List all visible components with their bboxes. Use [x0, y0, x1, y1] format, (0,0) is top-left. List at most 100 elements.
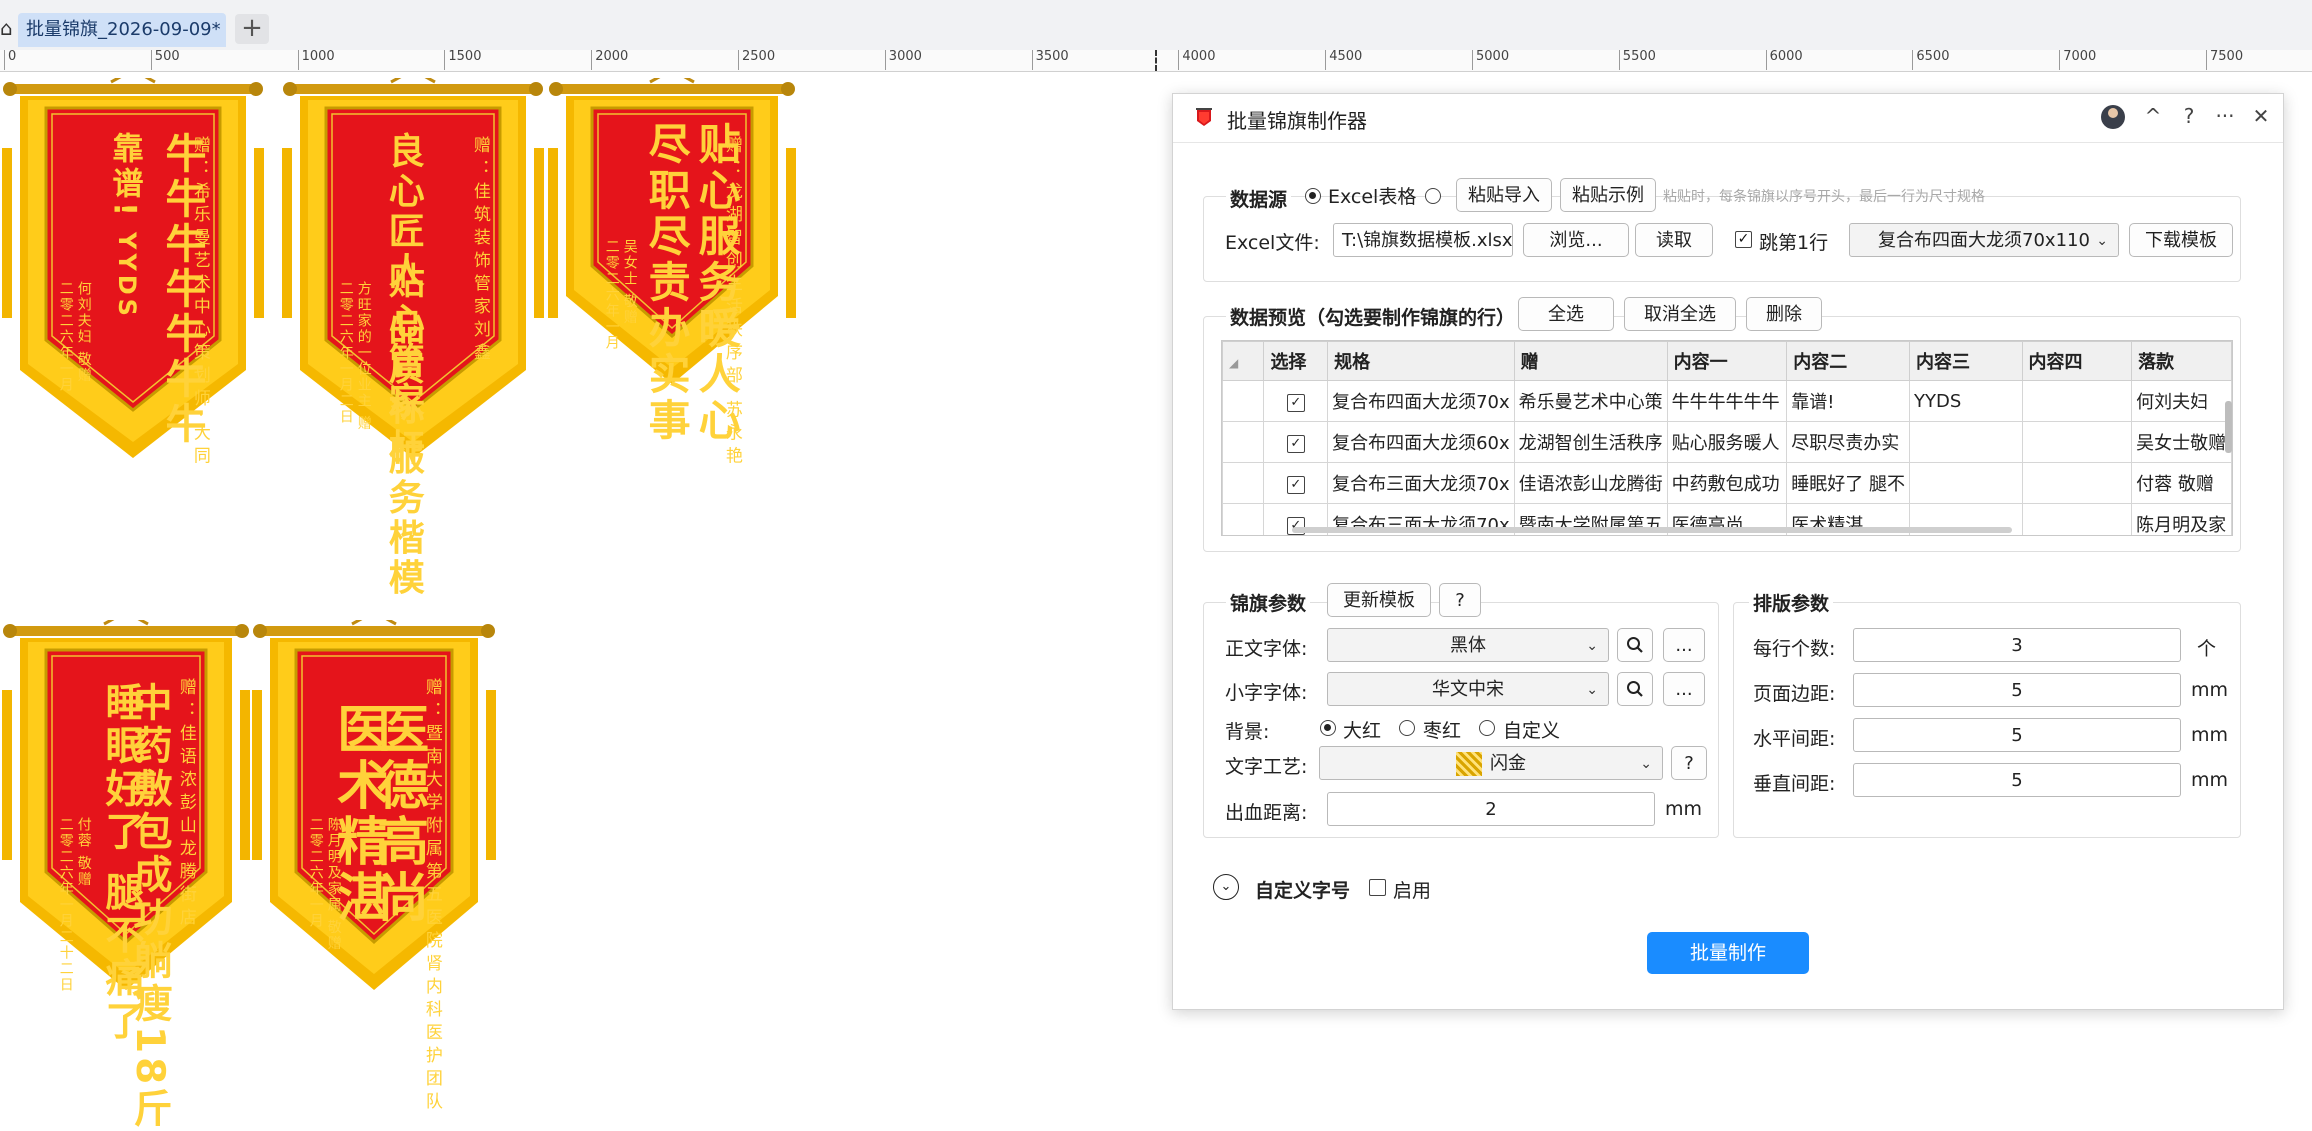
table-cell[interactable]: 佳语浓彭山龙腾街: [1513, 462, 1668, 504]
table-header-cell[interactable]: 内容一: [1666, 341, 1788, 381]
table-cell[interactable]: [2021, 380, 2133, 422]
table-row[interactable]: ✓ 复合布三面大龙须70x 佳语浓彭山龙腾街 中药敷包成功 睡眠好了 腿不 付蓉 敬赠: [1222, 462, 2232, 504]
custom-font-size-enable-label[interactable]: 启用: [1393, 876, 1431, 903]
text-craft-select[interactable]: 闪金 ⌄: [1319, 746, 1663, 780]
bg-bright-red-label[interactable]: 大红: [1343, 716, 1381, 743]
table-header-cell[interactable]: 落款: [2131, 341, 2232, 381]
table-cell[interactable]: 复合布四面大龙须60x: [1327, 421, 1515, 463]
bg-custom-label[interactable]: 自定义: [1503, 716, 1560, 743]
table-cell[interactable]: 贴心服务暖人: [1666, 421, 1788, 463]
delete-rows-button[interactable]: 删除: [1746, 297, 1822, 331]
close-button[interactable]: ✕: [2247, 104, 2275, 128]
table-cell[interactable]: 龙湖智创生活秩序: [1513, 421, 1668, 463]
table-horizontal-scrollbar[interactable]: [1292, 527, 2012, 533]
bg-jujube-red-label[interactable]: 枣红: [1423, 716, 1461, 743]
row-select-cell[interactable]: ✓: [1263, 421, 1329, 463]
dialog-titlebar[interactable]: 批量锦旗制作器 ^ ? ··· ✕: [1173, 94, 2283, 143]
table-header-cell[interactable]: 选择: [1263, 341, 1329, 381]
main-font-select[interactable]: 黑体 ⌄: [1327, 628, 1609, 662]
table-cell[interactable]: 希乐曼艺术中心策: [1513, 380, 1668, 422]
table-cell[interactable]: 中药敷包成功: [1666, 462, 1788, 504]
bg-bright-red-radio[interactable]: [1320, 720, 1336, 736]
v-gap-input[interactable]: 5: [1853, 763, 2181, 797]
spec-select[interactable]: 复合布四面大龙须70x110 ⌄: [1849, 223, 2119, 257]
table-cell[interactable]: 何刘夫妇: [2131, 380, 2232, 422]
table-cell[interactable]: 尽职尽责办实: [1786, 421, 1911, 463]
row-select-cell[interactable]: ✓: [1263, 462, 1329, 504]
small-font-more-button[interactable]: ...: [1663, 672, 1705, 706]
table-header-cell[interactable]: 内容三: [1909, 341, 2023, 381]
table-cell[interactable]: 陈月明及家: [2131, 503, 2232, 535]
more-menu-button[interactable]: ···: [2211, 104, 2239, 128]
pennant-banner[interactable]: 牛牛牛牛牛牛牛 靠谱! YYDS 赠：希乐曼艺术中心策划师·大同 何刘夫妇 敬赠 二零二六…: [2, 78, 264, 470]
update-template-button[interactable]: 更新模板: [1327, 583, 1431, 617]
page-margin-unit: mm: [2191, 679, 2229, 701]
page-margin-input[interactable]: 5: [1853, 673, 2181, 707]
pennant-banner[interactable]: 中药敷包成功躺瘦18斤 睡眠好了 腿不痛了 赠：佳语浓彭山龙腾街店 付蓉 敬赠 二零二六…: [2, 620, 250, 1131]
add-tab-button[interactable]: +: [235, 14, 269, 44]
user-avatar[interactable]: [2101, 105, 2125, 129]
small-font-select[interactable]: 华文中宋 ⌄: [1327, 672, 1609, 706]
table-cell[interactable]: YYDS: [1909, 380, 2023, 422]
bleed-input[interactable]: 2: [1327, 792, 1655, 826]
skip-first-row-label[interactable]: 跳第1行: [1759, 228, 1828, 255]
row-select-checkbox[interactable]: ✓: [1286, 476, 1305, 494]
bg-jujube-red-radio[interactable]: [1399, 720, 1415, 736]
banner-params-help-button[interactable]: ?: [1439, 583, 1481, 617]
bg-custom-radio[interactable]: [1479, 720, 1495, 736]
excel-file-path-input[interactable]: T:\锦旗数据模板.xlsx: [1333, 223, 1513, 257]
data-preview-table[interactable]: ◢ 选择 规格赠内容一 内容二 内容三 内容四 落款 ✓ 复合布四面大龙须70x 希乐曼艺术中心…: [1221, 340, 2233, 536]
deselect-all-button[interactable]: 取消全选: [1624, 297, 1736, 331]
paste-radio[interactable]: [1425, 188, 1441, 204]
table-corner[interactable]: ◢: [1222, 341, 1265, 381]
table-cell[interactable]: 牛牛牛牛牛牛: [1666, 380, 1788, 422]
table-cell[interactable]: [2021, 421, 2133, 463]
select-all-button[interactable]: 全选: [1518, 297, 1614, 331]
paste-import-button[interactable]: 粘贴导入: [1456, 178, 1552, 212]
custom-font-size-checkbox[interactable]: [1369, 879, 1386, 896]
table-cell[interactable]: [1909, 421, 2023, 463]
skip-first-row-checkbox[interactable]: ✓: [1735, 231, 1752, 248]
row-select-checkbox[interactable]: ✓: [1286, 435, 1305, 453]
table-cell[interactable]: 靠谱!: [1786, 380, 1911, 422]
small-font-search-button[interactable]: [1617, 672, 1653, 706]
collapse-button[interactable]: ^: [2139, 104, 2167, 128]
table-header-cell[interactable]: 规格: [1327, 341, 1515, 381]
document-tab[interactable]: 批量锦旗_2026-09-09*: [18, 13, 226, 47]
table-header-cell[interactable]: 内容二: [1786, 341, 1911, 381]
table-row[interactable]: ✓ 复合布四面大龙须60x 龙湖智创生活秩序 贴心服务暖人 尽职尽责办实 吴女士敬赠: [1222, 421, 2232, 463]
search-icon: [1627, 637, 1643, 653]
table-cell[interactable]: 吴女士敬赠: [2131, 421, 2232, 463]
text-craft-help-button[interactable]: ?: [1671, 746, 1707, 780]
home-icon[interactable]: ⌂: [0, 16, 13, 40]
table-cell[interactable]: 付蓉 敬赠: [2131, 462, 2232, 504]
table-cell[interactable]: 复合布四面大龙须70x: [1327, 380, 1515, 422]
excel-radio-label[interactable]: Excel表格: [1328, 182, 1416, 209]
pennant-banner[interactable]: 良心匠人 品质标杆 贴心管家 服务楷模 赠：佳筑装饰管家刘鑫 方旺家的一位业主 赠二零…: [282, 78, 544, 599]
table-header-cell[interactable]: 赠: [1513, 341, 1668, 381]
per-row-input[interactable]: 3: [1853, 628, 2181, 662]
table-cell[interactable]: 复合布三面大龙须70x: [1327, 462, 1515, 504]
table-vertical-scrollbar[interactable]: [2225, 401, 2232, 453]
expand-chevron-icon[interactable]: ⌄: [1213, 874, 1239, 900]
batch-make-button[interactable]: 批量制作: [1647, 932, 1809, 974]
browse-button[interactable]: 浏览...: [1523, 223, 1629, 257]
table-cell[interactable]: 睡眠好了 腿不: [1786, 462, 1911, 504]
pennant-banner[interactable]: 贴心服务暖人心 尽职尽责办实事 赠：龙湖智创生活秩序部 苏永艳 吴女士 敬赠 二零二六年…: [548, 78, 796, 469]
table-cell[interactable]: [2021, 462, 2133, 504]
paste-example-button[interactable]: 粘贴示例: [1560, 178, 1656, 212]
main-font-more-button[interactable]: ...: [1663, 628, 1705, 662]
h-gap-input[interactable]: 5: [1853, 718, 2181, 752]
row-select-checkbox[interactable]: ✓: [1286, 394, 1305, 412]
table-cell[interactable]: [1909, 462, 2023, 504]
row-select-cell[interactable]: ✓: [1263, 380, 1329, 422]
pennant-banner[interactable]: 医德高尚 医术精湛 赠：暨南大学附属第五医院肾内科医护团队 陈月明及家属 敬赠 二零二六…: [252, 620, 496, 1115]
table-header-cell[interactable]: 内容四: [2021, 341, 2133, 381]
table-row[interactable]: ✓ 复合布四面大龙须70x 希乐曼艺术中心策 牛牛牛牛牛牛 靠谱! YYDS 何刘夫妇: [1222, 380, 2232, 422]
table-cell[interactable]: [2021, 503, 2133, 535]
download-template-button[interactable]: 下载模板: [2129, 223, 2233, 257]
help-button[interactable]: ?: [2175, 104, 2203, 128]
excel-radio[interactable]: [1305, 188, 1321, 204]
main-font-search-button[interactable]: [1617, 628, 1653, 662]
read-button[interactable]: 读取: [1635, 223, 1713, 257]
